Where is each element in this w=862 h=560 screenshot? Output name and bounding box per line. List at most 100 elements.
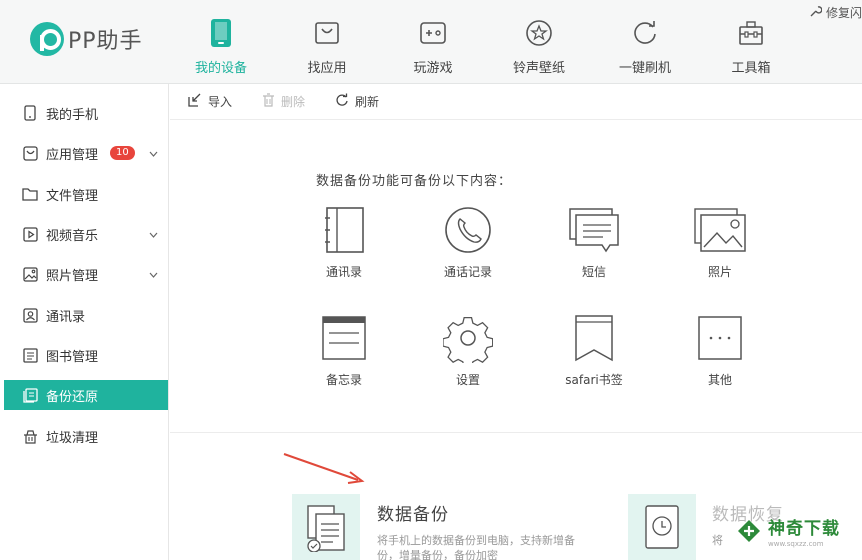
- nav-play-games[interactable]: 玩游戏: [380, 0, 486, 84]
- nav-find-app[interactable]: 找应用: [274, 0, 380, 84]
- sidebar-item-label: 照片管理: [46, 268, 99, 284]
- bookmark-icon: [567, 313, 621, 363]
- sidebar-item-file-management[interactable]: 文件管理: [4, 179, 168, 209]
- category-label: 通话记录: [443, 265, 492, 279]
- sidebar-item-label: 备份还原: [46, 389, 99, 405]
- sidebar-item-photo-management[interactable]: 照片管理: [4, 259, 168, 289]
- sidebar-item-contacts[interactable]: 通讯录: [4, 300, 168, 330]
- import-icon: [188, 93, 202, 110]
- top-bar: PP助手 我的设备 找应用 玩游戏 铃声壁纸 一键刷机 工具箱 修复闪: [0, 0, 862, 84]
- import-label: 导入: [208, 95, 233, 109]
- settings-icon: [441, 313, 495, 363]
- app-logo: PP助手: [30, 22, 143, 56]
- backup-intro-text: 数据备份功能可备份以下内容：: [316, 174, 513, 189]
- contacts-book-icon: [317, 205, 371, 255]
- star-icon: [525, 18, 553, 48]
- sidebar-item-video-music[interactable]: 视频音乐: [4, 219, 168, 249]
- gamepad-icon: [419, 18, 447, 48]
- phone-icon: [207, 18, 235, 48]
- delete-label: 删除: [281, 95, 306, 109]
- category-label: 短信: [581, 265, 606, 279]
- category-safari-bookmarks: safari书签: [544, 313, 644, 388]
- sidebar-item-label: 图书管理: [46, 349, 99, 365]
- refresh-label: 刷新: [355, 95, 380, 109]
- category-photos: 照片: [670, 205, 770, 280]
- nav-ringtone-wallpaper[interactable]: 铃声壁纸: [486, 0, 592, 84]
- trash-icon: [262, 93, 275, 110]
- import-button[interactable]: 导入: [188, 93, 232, 110]
- backup-card-icon[interactable]: [292, 494, 360, 560]
- book-icon: [22, 347, 38, 363]
- sidebar-item-backup-restore[interactable]: 备份还原: [4, 380, 168, 410]
- trash-icon: [22, 428, 38, 444]
- refresh-button[interactable]: 刷新: [335, 93, 379, 110]
- pp-logo-icon: [30, 22, 64, 56]
- nav-my-device[interactable]: 我的设备: [168, 0, 274, 84]
- chevron-down-icon[interactable]: [149, 227, 158, 242]
- section-divider: [170, 432, 862, 433]
- category-other: 其他: [670, 313, 770, 388]
- memo-icon: [317, 313, 371, 363]
- category-label: 照片: [707, 265, 732, 279]
- nav-toolbox[interactable]: 工具箱: [698, 0, 804, 84]
- photo-icon: [22, 266, 38, 282]
- more-icon: [693, 313, 747, 363]
- folder-icon: [22, 186, 38, 202]
- category-contacts: 通讯录: [294, 205, 394, 280]
- category-sms: 短信: [544, 205, 644, 280]
- nav-label: 玩游戏: [413, 61, 453, 76]
- sidebar-item-junk-cleanup[interactable]: 垃圾清理: [4, 421, 168, 451]
- toolbar: 导入 删除 刷新: [170, 84, 862, 120]
- nav-label: 找应用: [307, 61, 347, 76]
- photos-icon: [693, 205, 747, 255]
- annotation-arrow-icon: [283, 453, 365, 484]
- nav-label: 我的设备: [194, 61, 247, 76]
- refresh-icon: [335, 93, 349, 110]
- chevron-down-icon[interactable]: [149, 267, 158, 282]
- bag-icon: [313, 18, 341, 48]
- play-icon: [22, 226, 38, 242]
- repair-label: 修复闪: [825, 6, 862, 20]
- sidebar-item-my-phone[interactable]: 我的手机: [4, 98, 168, 128]
- watermark-logo-icon: [738, 520, 760, 542]
- sidebar-item-label: 应用管理: [46, 147, 99, 163]
- category-label: 备忘录: [325, 373, 362, 387]
- wrench-icon: [809, 5, 823, 21]
- phone-call-icon: [441, 205, 495, 255]
- sms-icon: [567, 205, 621, 255]
- sidebar-item-label: 通讯录: [46, 309, 86, 325]
- backup-icon: [22, 387, 38, 403]
- app-icon: [22, 145, 38, 161]
- repair-button[interactable]: 修复闪: [809, 4, 862, 21]
- category-label: 通讯录: [325, 265, 362, 279]
- toolbox-icon: [737, 18, 765, 48]
- chevron-down-icon[interactable]: [149, 146, 158, 161]
- contacts-icon: [22, 307, 38, 323]
- category-label: 设置: [455, 373, 480, 387]
- sidebar: 我的手机 应用管理 10 文件管理 视频音乐 照片管理 通讯录 图书管理 备份还…: [0, 84, 169, 560]
- main-nav: 我的设备 找应用 玩游戏 铃声壁纸 一键刷机 工具箱: [168, 0, 804, 84]
- category-settings: 设置: [418, 313, 518, 388]
- sidebar-item-label: 视频音乐: [46, 228, 99, 244]
- delete-button[interactable]: 删除: [262, 93, 305, 110]
- nav-one-click-flash[interactable]: 一键刷机: [592, 0, 698, 84]
- category-call-log: 通话记录: [418, 205, 518, 280]
- refresh-icon: [631, 18, 659, 48]
- sidebar-item-book-management[interactable]: 图书管理: [4, 340, 168, 370]
- backup-card-title[interactable]: 数据备份: [377, 500, 449, 525]
- restore-card-icon[interactable]: [628, 494, 696, 560]
- nav-label: 铃声壁纸: [512, 61, 565, 76]
- watermark-text: 神奇下载: [768, 519, 840, 539]
- backup-card-desc: 将手机上的数据备份到电脑，支持新增备份，增量备份，备份加密: [377, 534, 575, 560]
- nav-label: 一键刷机: [618, 61, 671, 76]
- sidebar-item-app-management[interactable]: 应用管理 10: [4, 138, 168, 168]
- phone-icon: [22, 105, 38, 121]
- category-memo: 备忘录: [294, 313, 394, 388]
- nav-label: 工具箱: [731, 61, 771, 76]
- update-count-badge: 10: [110, 146, 135, 160]
- site-watermark: 神奇下载 www.sqxzz.com: [736, 514, 840, 548]
- sidebar-item-label: 垃圾清理: [46, 430, 99, 446]
- sidebar-item-label: 文件管理: [46, 188, 99, 204]
- sidebar-item-label: 我的手机: [46, 107, 99, 123]
- app-name: PP助手: [68, 29, 143, 54]
